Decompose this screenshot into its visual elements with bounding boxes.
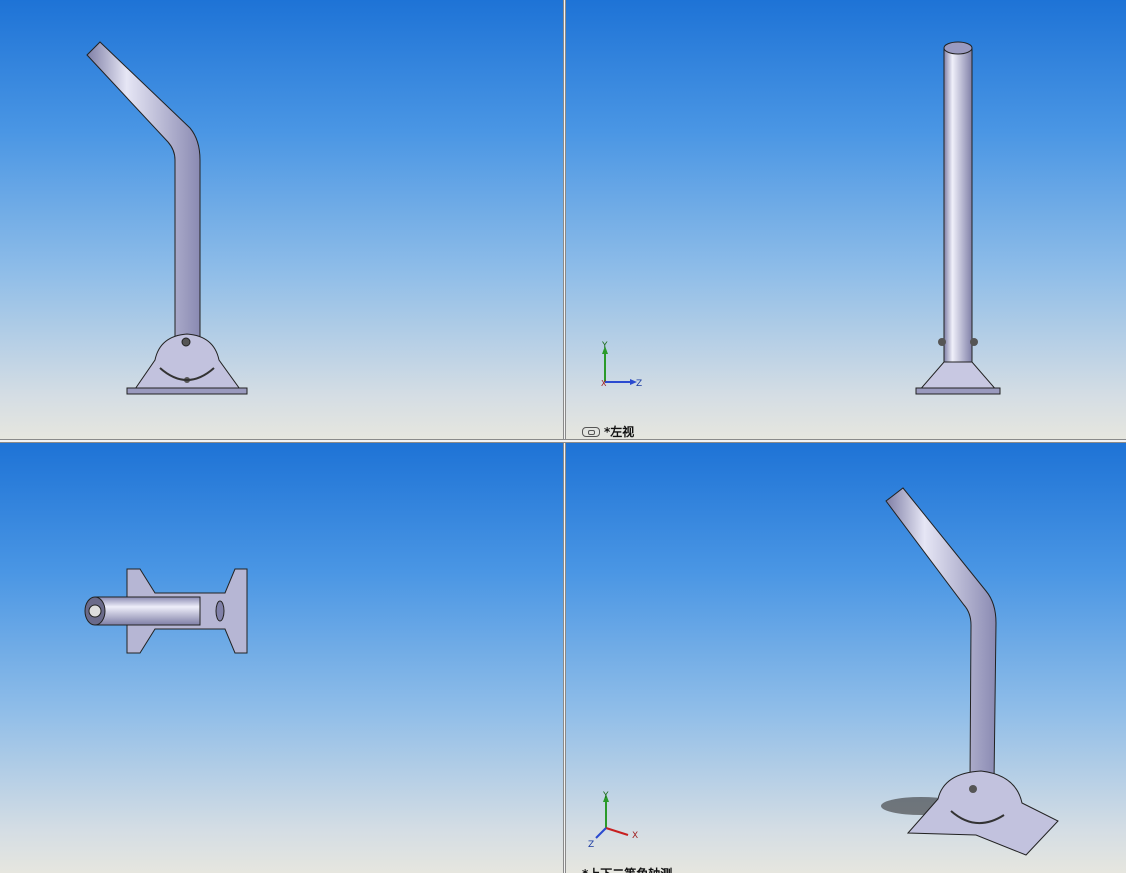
triad-z-label: Z (588, 840, 594, 850)
triad-z-label: Z (636, 379, 642, 389)
view-label-left: *左视 (582, 423, 634, 439)
viewport-top[interactable] (0, 443, 563, 873)
part-left-view: Y Z X (601, 41, 1001, 395)
viewport-isometric[interactable]: Y X Z *上下二等角轴测 (566, 443, 1126, 873)
triad-y-label: Y (601, 341, 608, 351)
triad-x-label: X (632, 831, 638, 841)
triad-y-label: Y (602, 791, 609, 801)
coordinate-triad: Y X Z (588, 791, 638, 850)
part-isometric-view: Y X Z (588, 487, 1059, 856)
coordinate-triad: Y Z X (601, 341, 642, 389)
view-name: *上下二等角轴测 (582, 865, 672, 873)
part-top-view (84, 568, 248, 654)
triad-x-label: X (601, 379, 607, 388)
vertical-viewport-splitter[interactable] (563, 0, 566, 873)
viewport-front[interactable] (0, 0, 563, 439)
viewport-left[interactable]: Y Z X *左视 (566, 0, 1126, 439)
view-label-isometric: *上下二等角轴测 (582, 865, 672, 873)
link-views-icon[interactable] (582, 426, 600, 437)
horizontal-viewport-splitter[interactable] (0, 439, 1126, 443)
part-front-view (86, 41, 248, 395)
view-name: *左视 (604, 425, 635, 439)
